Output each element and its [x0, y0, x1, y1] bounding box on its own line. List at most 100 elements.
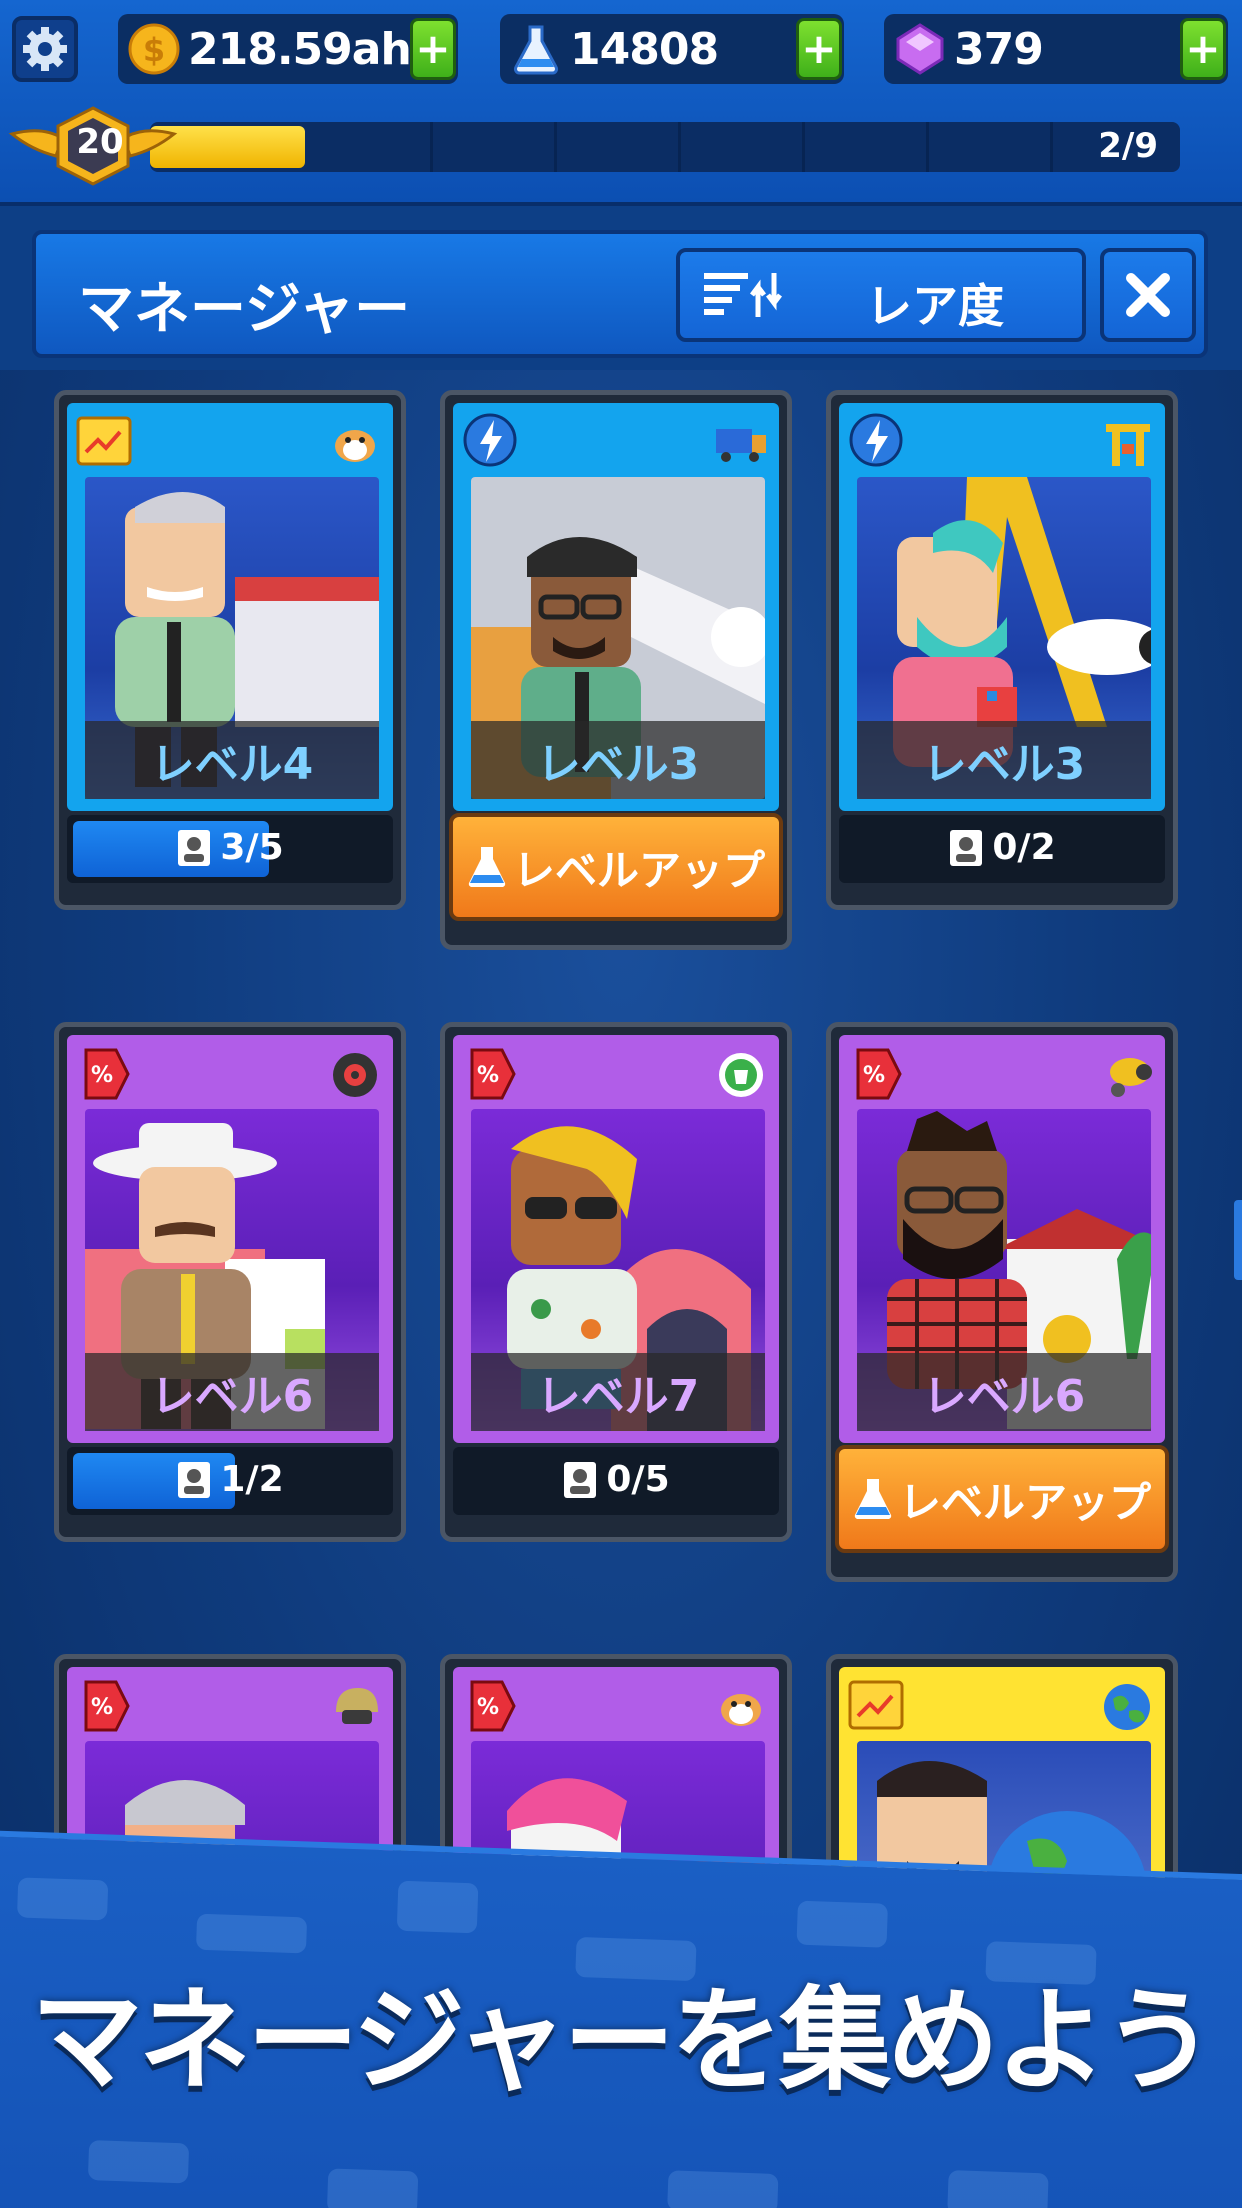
- level-up-button[interactable]: レベルアップ: [835, 1445, 1169, 1553]
- level-progress-bar: 2/9: [150, 122, 1180, 172]
- manager-level: レベル3: [857, 721, 1151, 799]
- chart-icon: [847, 1675, 905, 1733]
- close-icon: [1126, 273, 1170, 317]
- level-up-label: レベルアップ: [898, 1477, 1151, 1527]
- gems-counter: 379 +: [884, 14, 1228, 84]
- card-progress: 1/2: [67, 1447, 393, 1515]
- discount-tag-icon: %: [847, 1043, 905, 1101]
- sort-icon: [704, 273, 782, 317]
- card-progress: 0/2: [839, 815, 1165, 883]
- svg-text:%: %: [477, 1063, 499, 1088]
- discount-tag-icon: %: [75, 1043, 133, 1101]
- player-level-number: 20: [76, 122, 124, 162]
- manager-level: レベル4: [85, 721, 379, 799]
- recycle-bin-icon: [713, 1047, 769, 1103]
- manager-card-icon: [950, 829, 983, 866]
- train-icon: [713, 415, 769, 471]
- discount-tag-icon: %: [461, 1675, 519, 1733]
- manager-level: レベル6: [85, 1353, 379, 1431]
- manager-level: レベル7: [471, 1353, 765, 1431]
- add-coins-button[interactable]: +: [410, 18, 456, 80]
- skill-tab: %: [453, 1035, 533, 1115]
- research-value: 14808: [570, 23, 719, 75]
- card-count: 0/5: [606, 1459, 670, 1500]
- cannon-icon: [1099, 1047, 1155, 1103]
- crane-icon: [1099, 415, 1155, 471]
- manager-card[interactable]: % レベル6 レベルアップ: [826, 1022, 1178, 1582]
- gems-value: 379: [954, 23, 1044, 75]
- plus-icon: +: [1185, 24, 1221, 73]
- player-level-badge: 20: [8, 104, 178, 188]
- lightning-icon: [847, 411, 905, 469]
- manager-card[interactable]: % レベル6 1/2: [54, 1022, 406, 1542]
- tire-icon: [327, 1047, 383, 1103]
- skill-tab: [67, 403, 147, 483]
- chart-icon: [75, 411, 133, 469]
- coins-value: 218.59ah: [188, 23, 412, 75]
- card-progress: 0/5: [453, 1447, 779, 1515]
- skill-tab: [453, 403, 533, 483]
- level-up-button[interactable]: レベルアップ: [449, 813, 783, 921]
- card-progress: 3/5: [67, 815, 393, 883]
- card-frame: レベル3: [453, 403, 779, 811]
- svg-text:%: %: [91, 1063, 113, 1088]
- card-frame: % レベル6: [839, 1035, 1165, 1443]
- sort-label: レア度: [866, 279, 1004, 333]
- manager-card-icon: [178, 829, 211, 866]
- skill-tab: %: [67, 1667, 147, 1747]
- gear-icon: [23, 27, 67, 71]
- skill-tab: %: [839, 1035, 919, 1115]
- gem-icon: [892, 21, 948, 77]
- manager-level: レベル6: [857, 1353, 1151, 1431]
- globe-icon: [1099, 1679, 1155, 1735]
- research-counter: 14808 +: [500, 14, 844, 84]
- card-count: 3/5: [220, 827, 284, 868]
- level-up-label: レベルアップ: [512, 845, 765, 895]
- flask-icon: [508, 21, 564, 77]
- discount-tag-icon: %: [461, 1043, 519, 1101]
- discount-tag-icon: %: [75, 1675, 133, 1733]
- card-count: 0/2: [992, 827, 1056, 868]
- settings-button[interactable]: [12, 16, 78, 82]
- manager-level: レベル3: [471, 721, 765, 799]
- card-frame: レベル4: [67, 403, 393, 811]
- hamster-icon: [327, 415, 383, 471]
- page-title: マネージャー: [78, 277, 411, 342]
- card-frame: レベル3: [839, 403, 1165, 811]
- svg-text:%: %: [863, 1063, 885, 1088]
- flask-icon: [468, 847, 506, 888]
- card-count: 1/2: [220, 1459, 284, 1500]
- sort-button[interactable]: レア度: [676, 248, 1086, 342]
- managers-header: マネージャー レア度: [32, 230, 1208, 358]
- hamster-icon: [713, 1679, 769, 1735]
- skill-tab: %: [453, 1667, 533, 1747]
- card-frame: % レベル7: [453, 1035, 779, 1443]
- skill-tab: [839, 1667, 919, 1747]
- add-gems-button[interactable]: +: [1180, 18, 1226, 80]
- manager-card[interactable]: % レベル7 0/5: [440, 1022, 792, 1542]
- top-bar: $ 218.59ah + 14808 + 379 + 2/9 20: [0, 0, 1242, 206]
- side-scroll-handle[interactable]: [1234, 1200, 1242, 1280]
- manager-card-icon: [564, 1461, 597, 1498]
- level-progress-text: 2/9: [1098, 126, 1158, 166]
- coins-counter: $ 218.59ah +: [118, 14, 458, 84]
- manager-card[interactable]: レベル4 3/5: [54, 390, 406, 910]
- card-frame: % レベル6: [67, 1035, 393, 1443]
- lightning-icon: [461, 411, 519, 469]
- svg-text:%: %: [477, 1695, 499, 1720]
- coin-icon: $: [126, 21, 182, 77]
- svg-text:%: %: [91, 1695, 113, 1720]
- plus-icon: +: [801, 24, 837, 73]
- flask-icon: [854, 1479, 892, 1520]
- svg-text:$: $: [143, 31, 165, 69]
- manager-card[interactable]: レベル3 0/2: [826, 390, 1178, 910]
- manager-card[interactable]: レベル3 レベルアップ: [440, 390, 792, 950]
- skill-tab: [839, 403, 919, 483]
- helmet-icon: [327, 1679, 383, 1735]
- manager-card-icon: [178, 1461, 211, 1498]
- add-research-button[interactable]: +: [796, 18, 842, 80]
- plus-icon: +: [415, 24, 451, 73]
- close-button[interactable]: [1100, 248, 1196, 342]
- banner-headline: マネージャーを集めよう: [30, 1976, 1215, 2106]
- skill-tab: %: [67, 1035, 147, 1115]
